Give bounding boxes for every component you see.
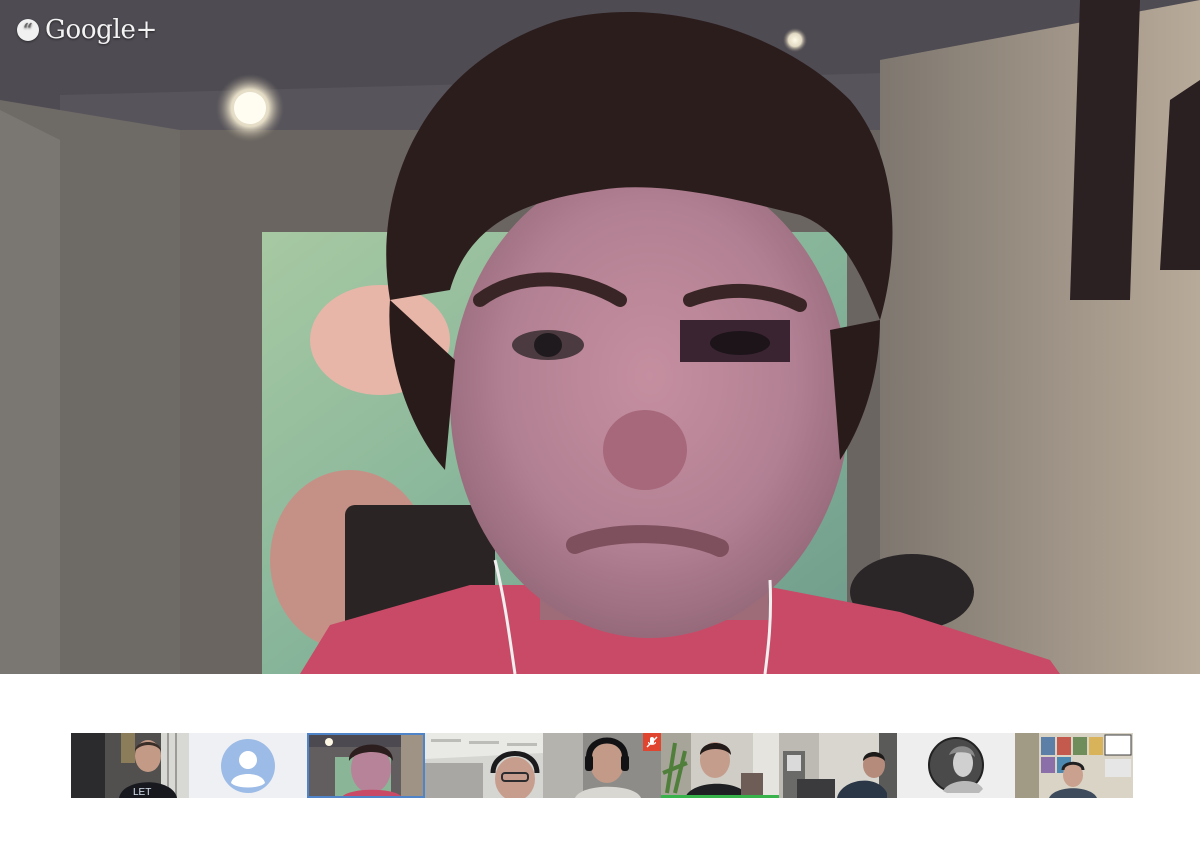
participant-thumbnail-8[interactable] <box>897 733 1015 798</box>
participant-video-1: LET <box>71 733 189 798</box>
participant-video-3 <box>307 733 425 798</box>
mic-muted-icon <box>646 736 658 748</box>
muted-indicator <box>643 733 661 751</box>
default-avatar-icon <box>189 733 307 798</box>
participant-profile-photo <box>897 733 1015 798</box>
svg-text:LET: LET <box>133 787 151 798</box>
participant-thumbnail-3[interactable] <box>307 733 425 798</box>
participant-video-9 <box>1015 733 1133 798</box>
participant-thumbnail-6[interactable] <box>661 733 779 798</box>
main-video-feed[interactable]: “ Google+ <box>0 0 1200 674</box>
speaking-indicator <box>661 795 779 798</box>
main-video-image <box>0 0 1200 674</box>
participant-thumbnail-7[interactable] <box>779 733 897 798</box>
participant-video-4 <box>425 733 543 798</box>
participant-filmstrip: LET <box>71 733 1133 798</box>
participant-thumbnail-9[interactable] <box>1015 733 1133 798</box>
participant-thumbnail-4[interactable] <box>425 733 543 798</box>
participant-thumbnail-2[interactable] <box>189 733 307 798</box>
participant-thumbnail-1[interactable]: LET <box>71 733 189 798</box>
brand-name: Google+ <box>45 15 158 45</box>
participant-video-6 <box>661 733 779 798</box>
participant-thumbnail-5[interactable] <box>543 733 661 798</box>
hangouts-quote-icon: “ <box>17 19 39 41</box>
participant-video-7 <box>779 733 897 798</box>
google-plus-logo: “ Google+ <box>17 13 157 47</box>
